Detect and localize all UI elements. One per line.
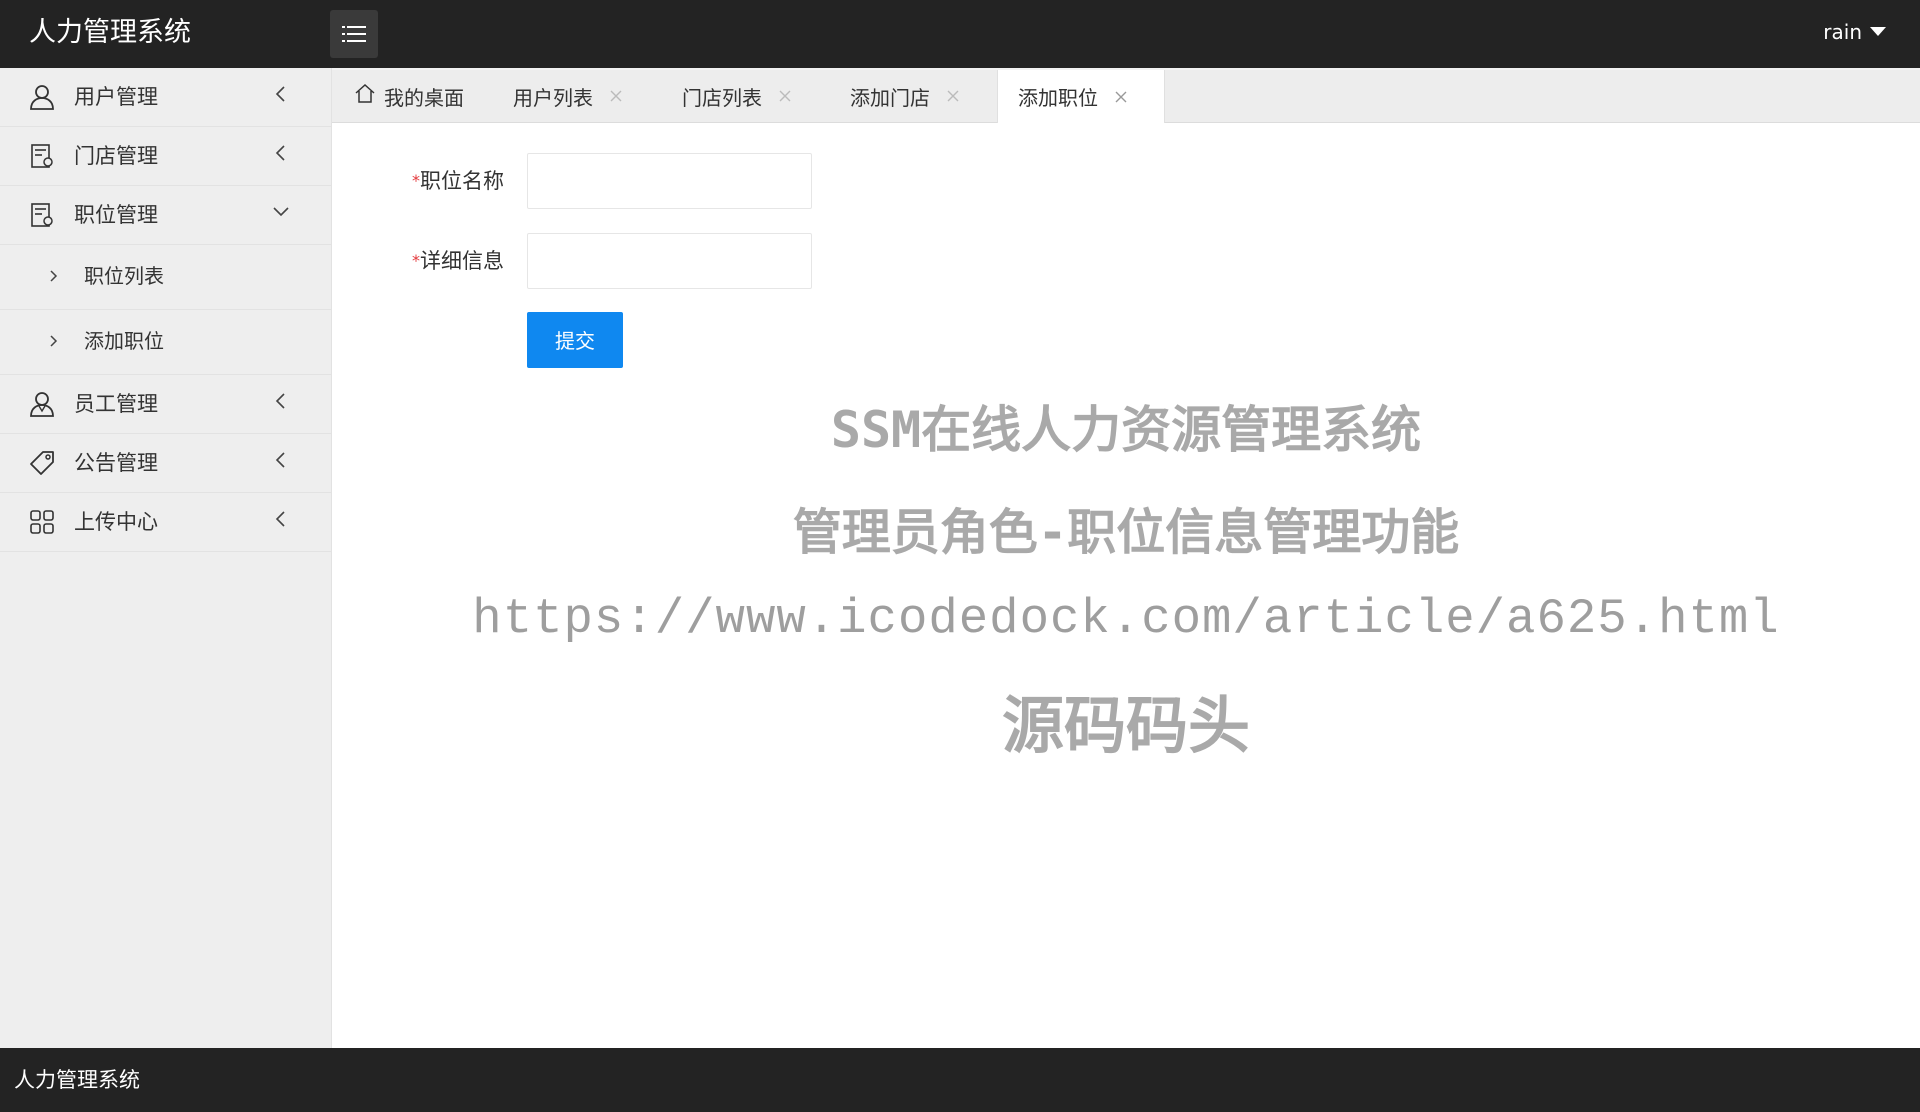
required-mark: *	[412, 171, 420, 190]
chevron-left-icon	[275, 511, 285, 527]
chevron-right-icon	[50, 335, 58, 347]
form-row-position-name: *职位名称	[332, 153, 1232, 211]
sidebar-item-store-management[interactable]: 门店管理	[0, 127, 331, 186]
sidebar-subitem-label: 职位列表	[84, 264, 164, 288]
sidebar-item-notice-management[interactable]: 公告管理	[0, 434, 331, 493]
tab-user-list[interactable]: 用户列表	[493, 70, 623, 122]
watermark-brand: 源码码头	[1001, 689, 1250, 762]
tab-store-list[interactable]: 门店列表	[662, 70, 792, 122]
chevron-right-icon	[50, 270, 58, 282]
tab-add-position[interactable]: 添加职位	[997, 70, 1165, 123]
sidebar-item-label: 上传中心	[74, 510, 158, 534]
tab-add-store[interactable]: 添加门店	[830, 70, 960, 122]
tab-label: 门店列表	[682, 85, 762, 110]
sidebar-item-label: 员工管理	[74, 392, 158, 416]
position-icon	[31, 203, 53, 227]
tag-icon	[30, 451, 54, 475]
sidebar-item-label: 门店管理	[74, 144, 158, 168]
sidebar-item-label: 职位管理	[74, 203, 158, 227]
chevron-left-icon	[275, 145, 285, 161]
required-mark: *	[412, 251, 420, 270]
user-icon	[30, 85, 54, 110]
watermark-url: https://www.icodedock.com/article/a625.h…	[472, 591, 1780, 647]
position-name-label: *职位名称	[412, 169, 504, 193]
sidebar-subitem-add-position[interactable]: 添加职位	[0, 310, 331, 375]
tab-label: 添加门店	[850, 85, 930, 110]
store-icon	[31, 144, 53, 168]
app-title: 人力管理系统	[29, 17, 191, 48]
form-row-details: *详细信息	[332, 233, 1232, 291]
position-name-input[interactable]	[527, 153, 812, 209]
sidebar-item-upload-center[interactable]: 上传中心	[0, 493, 331, 552]
sidebar-subitem-label: 添加职位	[84, 329, 164, 353]
chevron-left-icon	[275, 393, 285, 409]
watermark-subtitle: 管理员角色-职位信息管理功能	[792, 504, 1460, 561]
tab-label: 添加职位	[1018, 86, 1098, 110]
close-icon[interactable]	[1114, 90, 1128, 104]
chevron-down-icon	[273, 207, 289, 217]
tab-bar: 我的桌面 用户列表 门店列表 添加门店 添加职位	[332, 70, 1920, 123]
details-input[interactable]	[527, 233, 812, 289]
main-content: *职位名称 *详细信息 提交 SSM在线人力资源管理系统 管理员角色-职位信息管…	[332, 123, 1920, 1048]
tab-my-desktop[interactable]: 我的桌面	[332, 70, 464, 122]
chevron-left-icon	[275, 452, 285, 468]
close-icon[interactable]	[609, 89, 623, 103]
footer-text: 人力管理系统	[14, 1068, 140, 1092]
sidebar-item-label: 公告管理	[74, 451, 158, 475]
menu-toggle-button[interactable]	[330, 10, 378, 58]
tab-label: 用户列表	[513, 85, 593, 110]
sidebar-item-label: 用户管理	[74, 85, 158, 109]
sidebar: 用户管理 门店管理 职位管理 职位列表 添加职位 员工管理 公告管理 上传中心	[0, 68, 332, 1048]
home-icon	[355, 83, 375, 103]
close-icon[interactable]	[778, 89, 792, 103]
details-label: *详细信息	[412, 249, 504, 273]
tab-label: 我的桌面	[384, 85, 464, 110]
grid-icon	[30, 510, 54, 534]
sidebar-subitem-position-list[interactable]: 职位列表	[0, 245, 331, 310]
footer: 人力管理系统	[0, 1048, 1920, 1112]
sidebar-item-position-management[interactable]: 职位管理	[0, 186, 331, 245]
top-header: 人力管理系统 rain	[0, 0, 1920, 68]
user-menu[interactable]: rain	[1823, 20, 1886, 44]
sidebar-item-staff-management[interactable]: 员工管理	[0, 375, 331, 434]
sidebar-item-user-management[interactable]: 用户管理	[0, 68, 331, 127]
close-icon[interactable]	[946, 89, 960, 103]
list-icon	[342, 26, 366, 42]
submit-button[interactable]: 提交	[527, 312, 623, 368]
username: rain	[1823, 20, 1862, 44]
chevron-left-icon	[275, 86, 285, 102]
watermark-title: SSM在线人力资源管理系统	[830, 401, 1422, 459]
caret-down-icon	[1870, 26, 1886, 36]
staff-icon	[30, 392, 54, 417]
